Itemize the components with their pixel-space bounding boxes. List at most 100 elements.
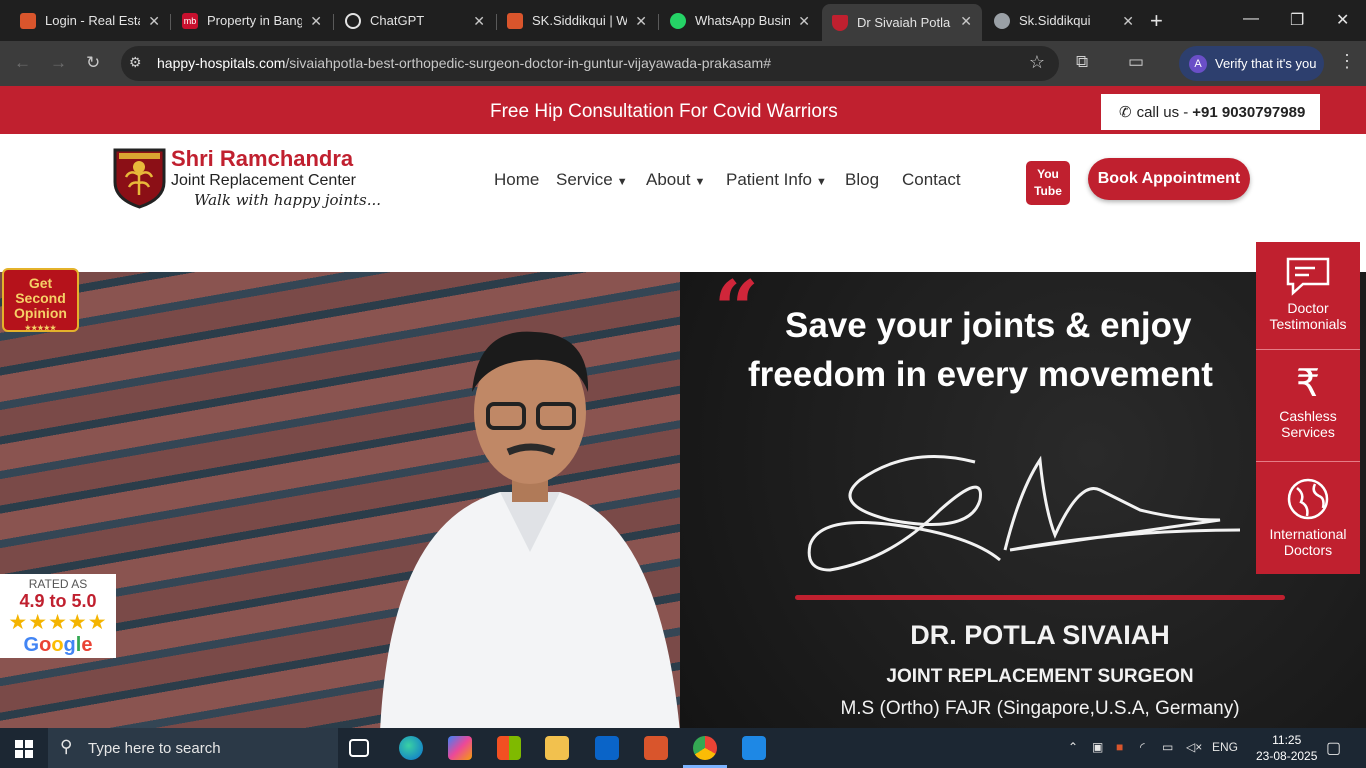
tab-title: WhatsApp Busine (695, 13, 790, 28)
close-icon[interactable]: ✕ (473, 13, 485, 30)
whatsapp-icon (670, 12, 686, 29)
reload-icon[interactable]: ↻ (86, 53, 100, 73)
call-label: call us - (1136, 103, 1189, 121)
doctor-testimonials-button[interactable]: Doctor Testimonials (1256, 242, 1360, 350)
caret-down-icon: ▼ (694, 176, 706, 188)
copilot-icon[interactable] (448, 736, 472, 760)
bookmark-star-icon[interactable]: ☆ (1029, 52, 1045, 73)
side-button-label: Testimonials (1269, 316, 1347, 332)
brand-name[interactable]: Shri Ramchandra (171, 146, 353, 172)
windows-start-icon[interactable] (15, 740, 33, 758)
pro-tray-icon[interactable]: ■ (1116, 740, 1123, 754)
task-view-icon[interactable] (349, 739, 369, 757)
extensions-icon[interactable]: ⧉ (1076, 52, 1088, 72)
browser-tab[interactable]: Login - Real Estat ✕ (10, 4, 170, 37)
tab-title: ChatGPT (370, 13, 425, 28)
new-tab-plus-icon[interactable]: + (1150, 8, 1163, 34)
tab-title: Property in Bang (207, 13, 302, 28)
system-clock[interactable]: 11:25 23-08-2025 (1256, 732, 1317, 764)
tab-title: Sk.Siddikqui (1019, 13, 1091, 28)
file-explorer-icon[interactable] (545, 736, 569, 760)
nav-about[interactable]: About ▼ (646, 170, 705, 190)
side-button-label: Services (1281, 424, 1335, 440)
side-button-label: International (1269, 526, 1347, 542)
google-rating-badge[interactable]: RATED AS 4.9 to 5.0 ★★★★★ Google (0, 574, 116, 658)
side-button-label: Doctors (1283, 542, 1333, 558)
store-icon[interactable] (497, 736, 521, 760)
vscode-icon[interactable] (742, 736, 766, 760)
restore-icon[interactable]: ❐ (1290, 10, 1304, 30)
browser-tab-active[interactable]: Dr Sivaiah Potla - ✕ (822, 4, 982, 41)
pro-app-icon[interactable] (644, 736, 668, 760)
url-host: happy-hospitals.com (157, 55, 286, 71)
close-icon[interactable]: ✕ (635, 13, 647, 30)
wifi-icon[interactable]: ◜ (1140, 740, 1145, 754)
close-icon[interactable]: ✕ (1122, 13, 1134, 30)
promo-topbar: Free Hip Consultation For Covid Warriors… (0, 86, 1366, 134)
book-appointment-button[interactable]: Book Appointment (1088, 158, 1250, 200)
browser-tab[interactable]: WhatsApp Busine ✕ (660, 4, 820, 37)
browser-tab[interactable]: mb Property in Bang ✕ (172, 4, 332, 37)
nav-label: Service (556, 170, 613, 189)
menu-kebab-icon[interactable]: ⋮ (1338, 51, 1356, 72)
rating-label: RATED AS (28, 577, 88, 591)
media-cast-icon[interactable]: ▭ (1128, 52, 1144, 72)
signature-image (807, 454, 1241, 572)
notifications-icon[interactable]: ▢ (1326, 738, 1341, 758)
address-bar[interactable]: ⚙ happy-hospitals.com/sivaiahpotla-best-… (121, 46, 1059, 81)
site-icon (832, 14, 848, 31)
caret-down-icon: ▼ (816, 176, 827, 188)
url-path: /sivaiahpotla-best-orthopedic-surgeon-do… (285, 55, 771, 71)
nav-blog[interactable]: Blog (845, 170, 879, 190)
rating-stars-icon: ★★★★★ (8, 611, 108, 634)
nav-home[interactable]: Home (494, 170, 539, 190)
close-icon[interactable]: ✕ (960, 13, 972, 30)
tab-title: Dr Sivaiah Potla - (857, 15, 952, 30)
quote-icon: “ (714, 264, 759, 355)
cashless-services-button[interactable]: ₹ Cashless Services (1256, 350, 1360, 462)
call-us-button[interactable]: ✆ call us - +91 9030797989 (1101, 94, 1320, 130)
profile-verify-button[interactable]: A Verify that it's you (1179, 46, 1324, 81)
second-opinion-badge[interactable]: Get Second Opinion ★★★★★ (2, 268, 79, 332)
outlook-icon[interactable] (595, 736, 619, 760)
verify-label: Verify that it's you (1215, 56, 1317, 71)
side-button-label: Cashless (1279, 408, 1337, 424)
doctor-photo (380, 331, 680, 728)
chrome-icon[interactable] (693, 736, 717, 760)
chatgpt-icon (345, 12, 361, 29)
battery-icon[interactable]: ▭ (1162, 740, 1173, 754)
nav-contact[interactable]: Contact (902, 170, 961, 190)
second-opinion-line2: Second (15, 290, 66, 306)
chevron-up-icon[interactable]: ⌃ (1068, 740, 1078, 754)
close-icon[interactable]: ✕ (148, 13, 160, 30)
nav-service[interactable]: Service ▼ (556, 170, 628, 190)
nav-label: Home (494, 170, 540, 189)
doctor-role: JOINT REPLACEMENT SURGEON (886, 666, 1194, 687)
rupee-icon: ₹ (1295, 363, 1321, 405)
phone-icon: ✆ (1119, 104, 1132, 121)
youtube-icon[interactable]: You Tube (1026, 161, 1070, 205)
language-indicator[interactable]: ENG (1212, 740, 1238, 754)
international-doctors-button[interactable]: International Doctors (1256, 462, 1360, 574)
back-arrow-icon[interactable]: ← (14, 53, 31, 73)
browser-tab[interactable]: SK.Siddikqui | We ✕ (497, 4, 657, 37)
globe-icon (1287, 478, 1329, 520)
browser-tab[interactable]: ChatGPT ✕ (335, 4, 495, 37)
brand-tagline: Walk with happy joints... (194, 191, 382, 209)
site-settings-icon[interactable]: ⚙ (129, 54, 142, 71)
close-icon[interactable]: ✕ (798, 13, 810, 30)
nav-patient-info[interactable]: Patient Info ▼ (726, 170, 827, 190)
edge-icon[interactable] (399, 736, 423, 760)
forward-arrow-icon[interactable]: → (50, 53, 67, 73)
close-icon[interactable]: ✕ (310, 13, 322, 30)
volume-mute-icon[interactable]: ◁× (1186, 740, 1202, 754)
shield-logo-icon[interactable] (112, 147, 167, 209)
pro-icon (20, 12, 36, 29)
taskbar-search-input[interactable]: ⚲ Type here to search (48, 728, 338, 768)
window-close-icon[interactable]: ✕ (1336, 10, 1349, 30)
meet-icon[interactable]: ▣ (1092, 740, 1103, 754)
tab-title: Login - Real Estat (45, 13, 140, 28)
browser-tab[interactable]: Sk.Siddikqui ✕ (984, 4, 1144, 37)
url-text[interactable]: happy-hospitals.com/sivaiahpotla-best-or… (157, 55, 771, 71)
minimize-icon[interactable]: — (1243, 10, 1259, 28)
